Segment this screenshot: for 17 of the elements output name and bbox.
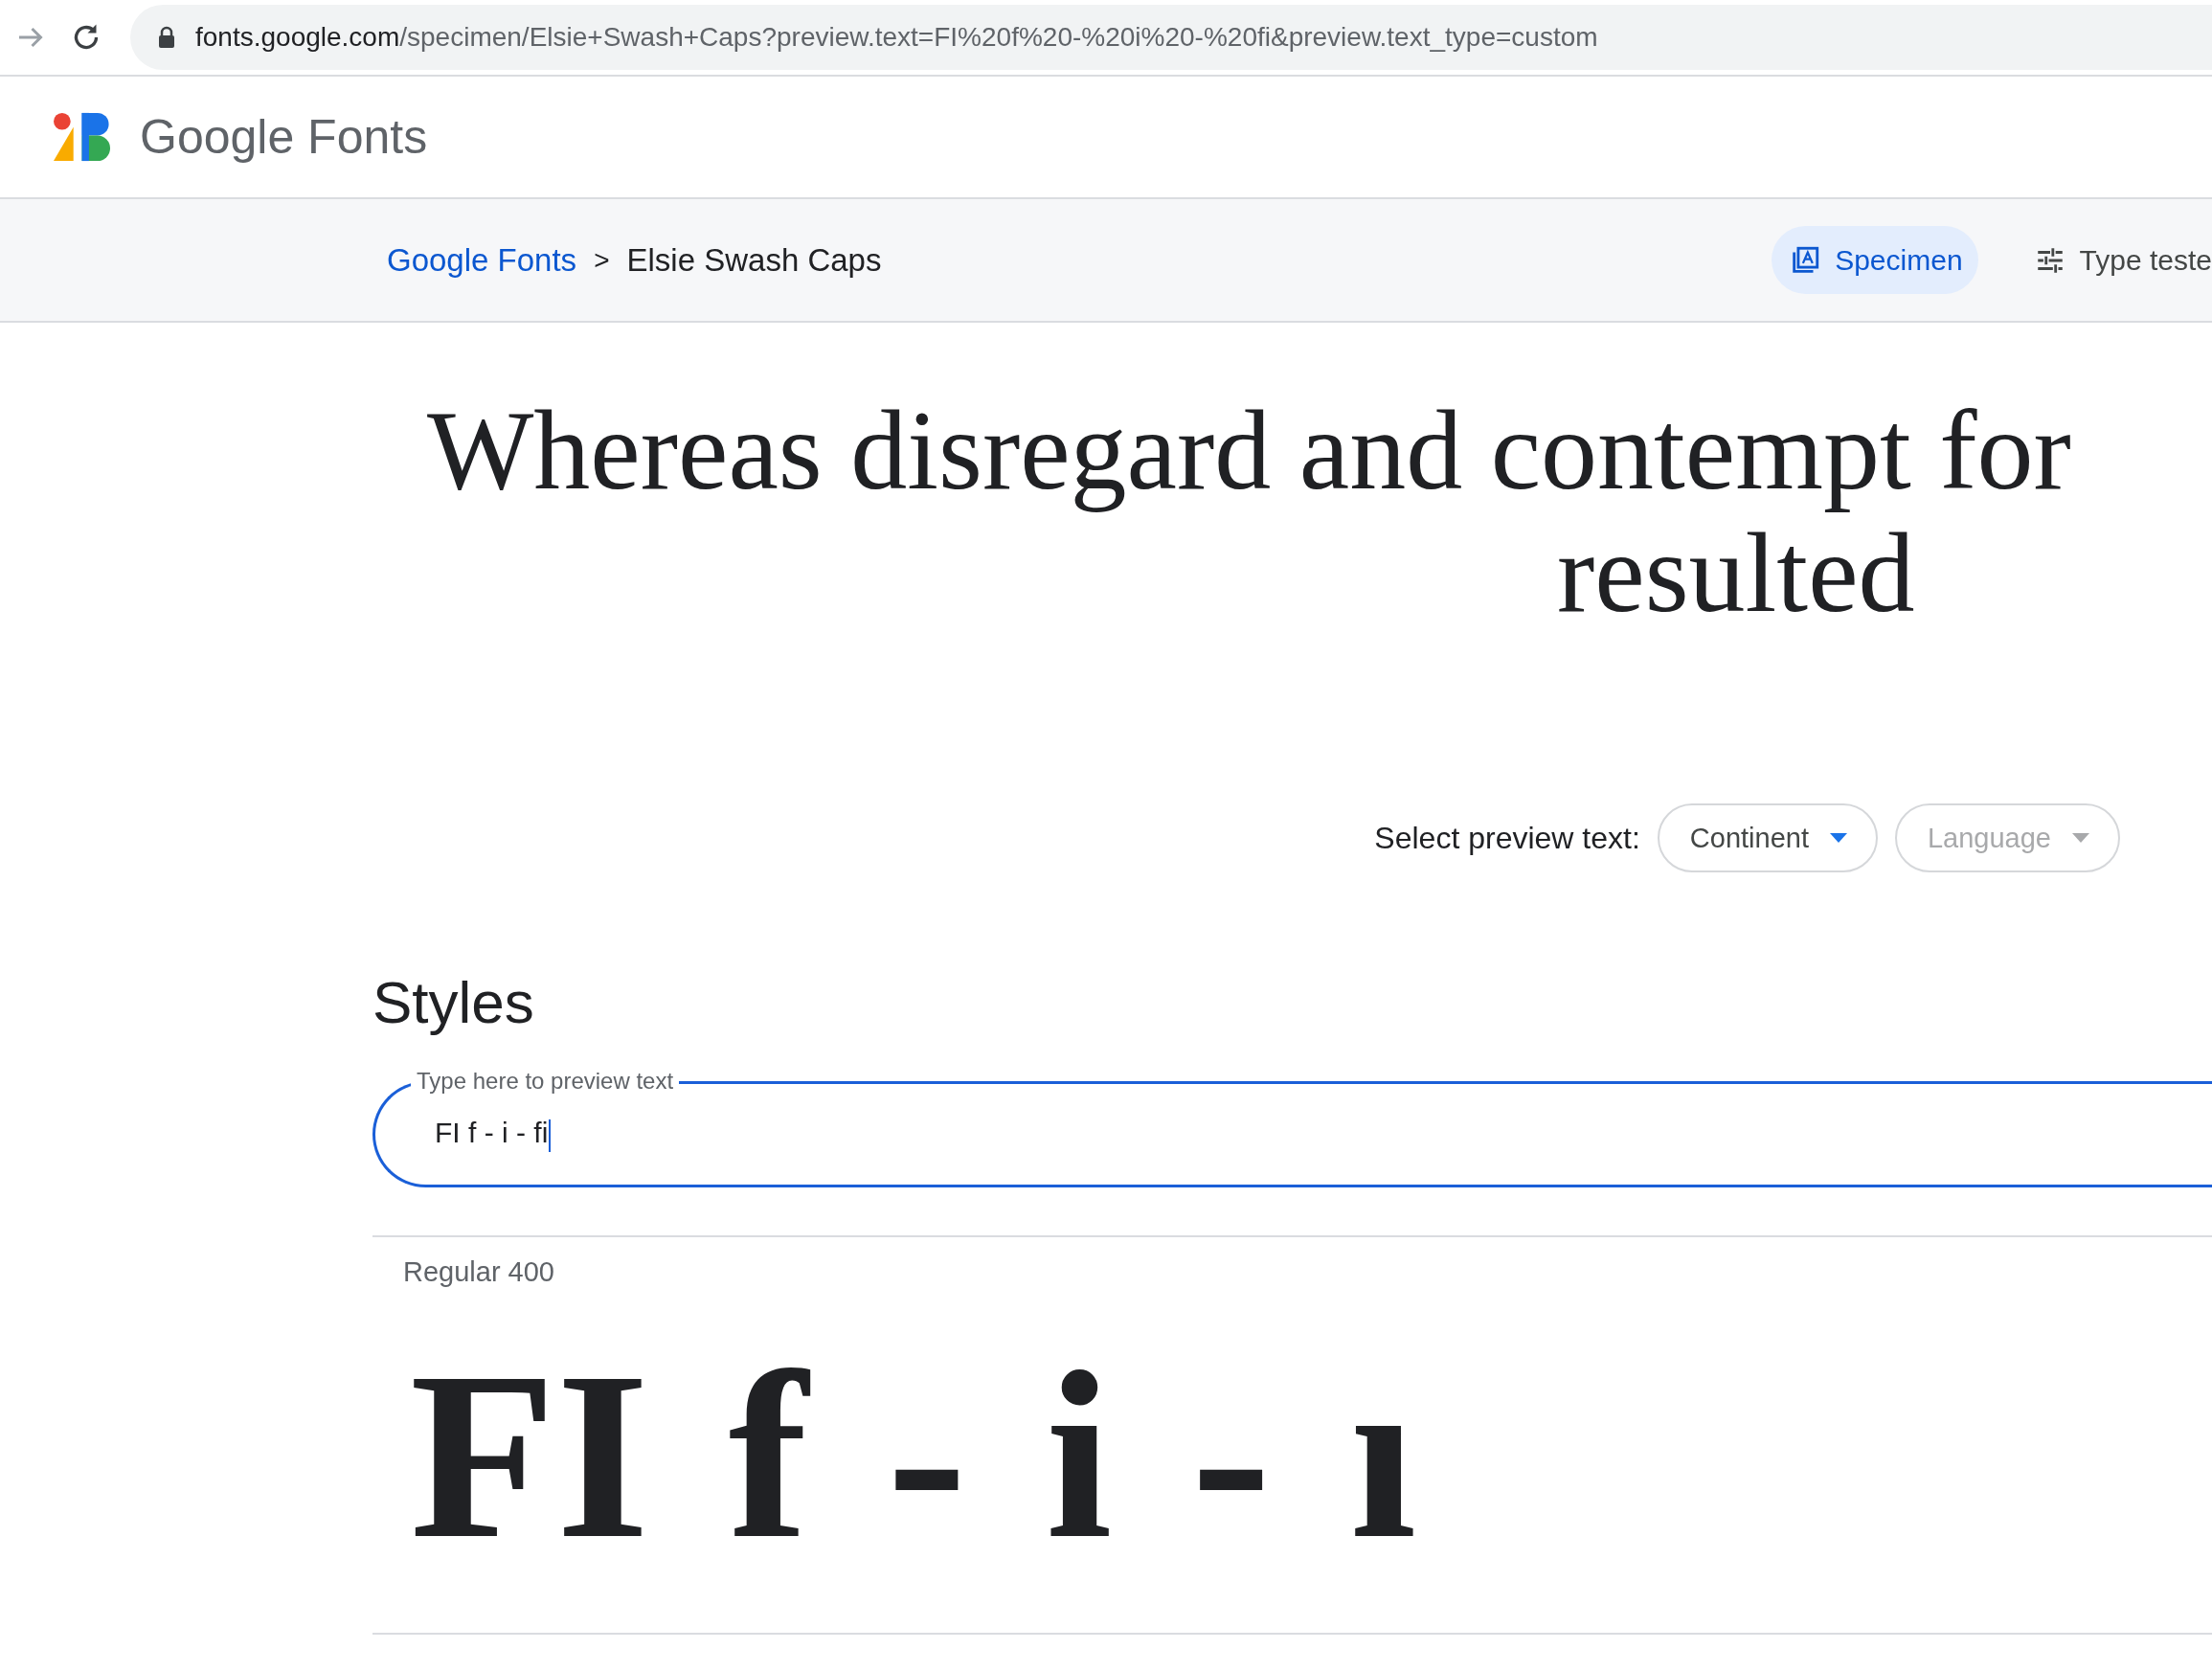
breadcrumb-current: Elsie Swash Caps [626, 241, 882, 279]
tab[interactable]: Type teste [2016, 226, 2212, 294]
caret-icon [2072, 833, 2089, 843]
tab[interactable]: Specimen [1772, 226, 1978, 294]
logo-icon[interactable] [54, 112, 113, 162]
preview-select-label: Select preview text: [1374, 820, 1640, 856]
style-name: Regular 400 [403, 1256, 554, 1288]
font-sample: FI f - i - ı [410, 1336, 1417, 1575]
brand-name[interactable]: Google Fonts [140, 109, 428, 165]
caret-icon [1829, 833, 1847, 843]
lock-icon [157, 26, 176, 49]
address-bar[interactable]: fonts.google.com/specimen/Elsie+Swash+Caps?preview.text=FI%20f%20-%20i%20-%20fi&preview.text_type=custom [130, 5, 2212, 70]
breadcrumb-separator: > [594, 244, 610, 276]
headline-text: Whereas disregard and contempt for [427, 388, 2071, 513]
breadcrumb-link[interactable]: Google Fonts [387, 241, 577, 279]
section-title: Styles [372, 968, 535, 1036]
dropdown[interactable]: Continent [1657, 803, 1878, 872]
